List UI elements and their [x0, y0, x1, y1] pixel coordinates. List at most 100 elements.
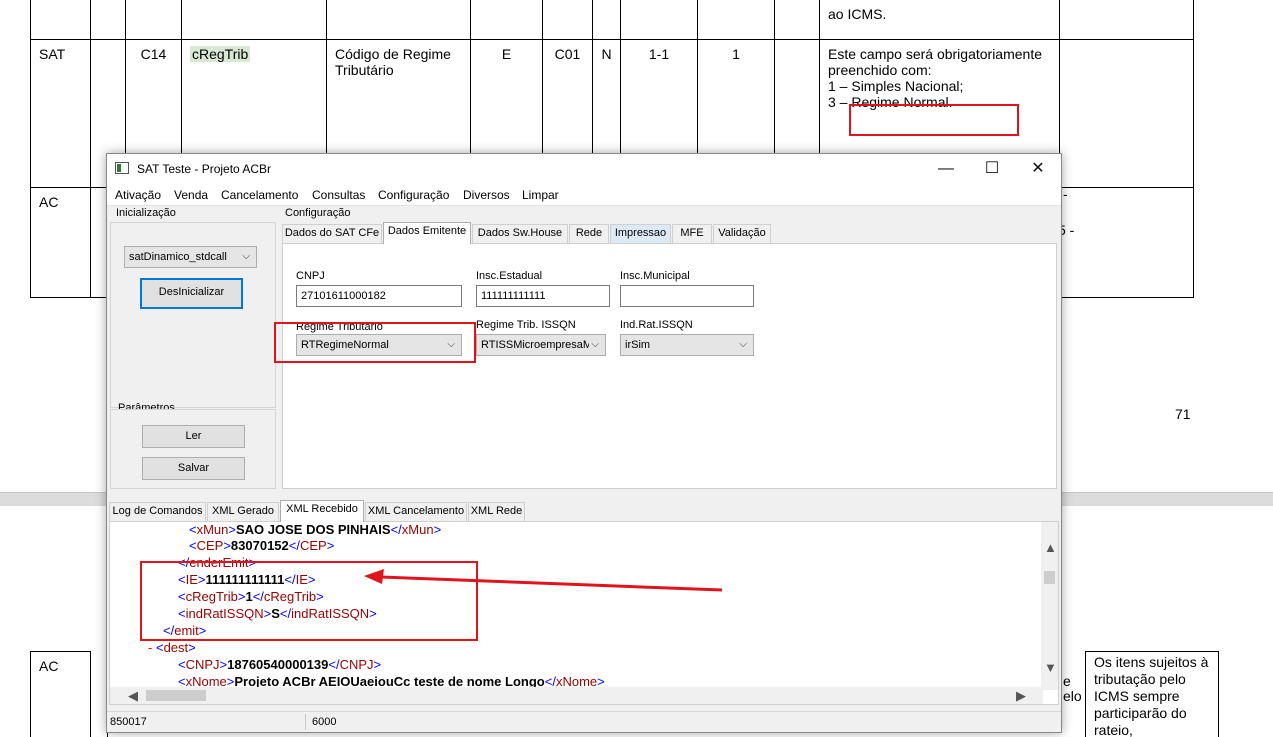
doc-desc-line1: Este campo será obrigatoriamente preench… — [828, 46, 1042, 78]
doc-cell-sat: SAT — [39, 46, 66, 62]
ie-field[interactable]: 111111111111 — [476, 285, 610, 307]
regime-select-value: RTRegimeNormal — [301, 339, 389, 351]
horizontal-scroll-thumb[interactable] — [146, 690, 206, 701]
doc-desc-cell-bottom: Os itens sujeitos à tributação pelo ICMS… — [1085, 651, 1219, 737]
tab-xml-cancelamento[interactable]: XML Cancelamento — [365, 502, 467, 521]
save-button[interactable]: Salvar — [142, 457, 245, 480]
scroll-up-icon[interactable]: ▲ — [1044, 540, 1057, 555]
scroll-down-icon[interactable]: ▼ — [1044, 660, 1057, 675]
status-bar: 850017 6000 — [107, 711, 1061, 732]
menu-limpar[interactable]: Limpar — [522, 188, 559, 202]
tab-dados-swhouse[interactable]: Dados Sw.House — [472, 224, 568, 243]
tab-dados-emitente[interactable]: Dados Emitente — [383, 222, 471, 244]
minimize-button[interactable]: — — [923, 154, 969, 184]
xml-line-emit-close: </emit> — [163, 623, 207, 638]
tab-validacao[interactable]: Validação — [713, 224, 771, 243]
issqn-select[interactable]: RTISSMicroempresaM ⌵ — [476, 334, 606, 356]
doc-cell-id: C14 — [140, 46, 167, 62]
doc-desc-line3: 3 – Regime Normal. — [828, 94, 953, 110]
collapse-icon[interactable]: - — [148, 640, 152, 655]
doc-side-elo: elo — [1063, 688, 1082, 704]
read-button[interactable]: Ler — [142, 425, 245, 448]
im-field[interactable] — [620, 285, 754, 307]
chevron-down-icon: ⌵ — [739, 339, 747, 350]
rat-label: Ind.Rat.ISSQN — [620, 319, 693, 331]
status-right: 6000 — [312, 716, 337, 728]
tab-impressao[interactable]: Impressao — [610, 224, 671, 243]
tab-xml-gerado[interactable]: XML Gerado — [207, 502, 279, 521]
menu-configuracao[interactable]: Configuração — [378, 188, 449, 202]
annotation-arrow-icon — [364, 569, 723, 592]
issqn-select-value: RTISSMicroempresaM — [481, 339, 593, 351]
menu-cancelamento[interactable]: Cancelamento — [221, 188, 298, 202]
doc-cell-tam: 1 — [732, 46, 740, 62]
doc-side-dash: - — [1063, 186, 1068, 202]
library-select[interactable]: satDinamico_stdcall ⌵ — [124, 246, 257, 268]
config-group-title: Configuração — [285, 207, 351, 219]
tab-rede[interactable]: Rede — [569, 224, 609, 243]
tab-mfe[interactable]: MFE — [672, 224, 712, 243]
page-number: 71 — [1175, 406, 1191, 422]
menu-venda[interactable]: Venda — [174, 188, 208, 202]
tab-page-dados-emitente: CNPJ 27101611000182 Insc.Estadual 111111… — [282, 243, 1057, 489]
menu-ativacao[interactable]: Ativação — [115, 188, 161, 202]
doc-cell-ele: E — [501, 46, 512, 62]
library-select-value: satDinamico_stdcall — [129, 251, 227, 263]
tab-log-comandos[interactable]: Log de Comandos — [109, 502, 206, 521]
vertical-scroll-thumb[interactable] — [1044, 571, 1055, 584]
scroll-left-icon[interactable]: ◀ — [128, 688, 138, 704]
doc-cell-cregtrib: cRegTrib — [190, 46, 251, 62]
regime-label: Regime Tributario — [296, 321, 383, 333]
cnpj-label: CNPJ — [296, 270, 325, 282]
xml-viewer[interactable]: <xMun>SAO JOSE DOS PINHAIS</xMun> <CEP>8… — [109, 521, 1059, 705]
xml-line-ie: <IE>111111111111</IE> — [178, 572, 316, 587]
doc-cell-pai: C01 — [554, 46, 581, 62]
cnpj-field[interactable]: 27101611000182 — [296, 285, 462, 307]
im-label: Insc.Municipal — [620, 270, 690, 282]
doc-cell-ocor: 1-1 — [648, 46, 670, 62]
ie-label: Insc.Estadual — [476, 270, 543, 282]
horizontal-scrollbar[interactable]: ◀ ▶ — [110, 687, 1043, 704]
init-group-title: Inicialização — [116, 207, 176, 219]
config-tabs: Dados do SAT CFe Dados Emitente Dados Sw… — [282, 222, 1057, 244]
tab-xml-recebido[interactable]: XML Recebido — [280, 500, 364, 522]
chevron-down-icon: ⌵ — [242, 251, 250, 262]
menu-diversos[interactable]: Diversos — [463, 188, 510, 202]
chevron-down-icon: ⌵ — [447, 339, 455, 350]
tab-xml-rede[interactable]: XML Rede — [468, 502, 525, 521]
doc-desc-bottom: Os itens sujeitos à tributação pelo ICMS… — [1094, 654, 1209, 737]
xml-line-cregtrib: <cRegTrib>1</cRegTrib> — [178, 589, 324, 604]
close-button[interactable]: ✕ — [1015, 154, 1061, 184]
issqn-label: Regime Trib. ISSQN — [476, 319, 576, 331]
title-bar[interactable]: SAT Teste - Projeto ACBr — ☐ ✕ — [107, 154, 1061, 184]
sat-test-window: SAT Teste - Projeto ACBr — ☐ ✕ Ativação … — [106, 153, 1062, 733]
regime-select[interactable]: RTRegimeNormal ⌵ — [296, 334, 462, 356]
app-icon — [115, 162, 129, 174]
vertical-scrollbar[interactable]: ▲ ▼ — [1041, 522, 1058, 690]
tab-dados-sat[interactable]: Dados do SAT CFe — [282, 224, 382, 243]
status-left: 850017 — [110, 716, 147, 728]
rat-select[interactable]: irSim ⌵ — [620, 334, 754, 356]
doc-cell-desc-prev: ao ICMS. — [828, 6, 887, 22]
menu-bar: Ativação Venda Cancelamento Consultas Co… — [107, 184, 1061, 206]
xml-line-enderemit-close: </enderEmit> — [178, 555, 257, 570]
xml-line-indratissqn: <indRatISSQN>S</indRatISSQN> — [178, 606, 377, 621]
doc-cell-tipo: N — [601, 46, 612, 62]
log-tabs: Log de Comandos XML Gerado XML Recebido … — [109, 500, 1059, 522]
doc-desc-line2: 1 – Simples Nacional; — [828, 78, 964, 94]
doc-cell-desc-field: Código de Regime Tributário — [335, 46, 451, 78]
doc-cell-ac: AC — [39, 194, 59, 210]
xml-line-cep: <CEP>83070152</CEP> — [189, 538, 335, 553]
rat-select-value: irSim — [625, 339, 651, 351]
xml-line-dest: - <dest> — [148, 640, 196, 655]
scroll-right-icon[interactable]: ▶ — [1016, 688, 1026, 704]
status-divider — [305, 714, 306, 730]
window-title: SAT Teste - Projeto ACBr — [137, 162, 272, 176]
chevron-down-icon: ⌵ — [589, 335, 599, 355]
xml-line-xmun: <xMun>SAO JOSE DOS PINHAIS</xMun> — [189, 522, 442, 537]
menu-consultas[interactable]: Consultas — [312, 188, 365, 202]
deinitialize-button[interactable]: DesInicializar — [140, 278, 243, 309]
maximize-button[interactable]: ☐ — [969, 154, 1015, 184]
doc-cell-ac-bottom: AC — [39, 658, 59, 674]
xml-line-cnpj: <CNPJ>18760540000139</CNPJ> — [178, 657, 382, 672]
